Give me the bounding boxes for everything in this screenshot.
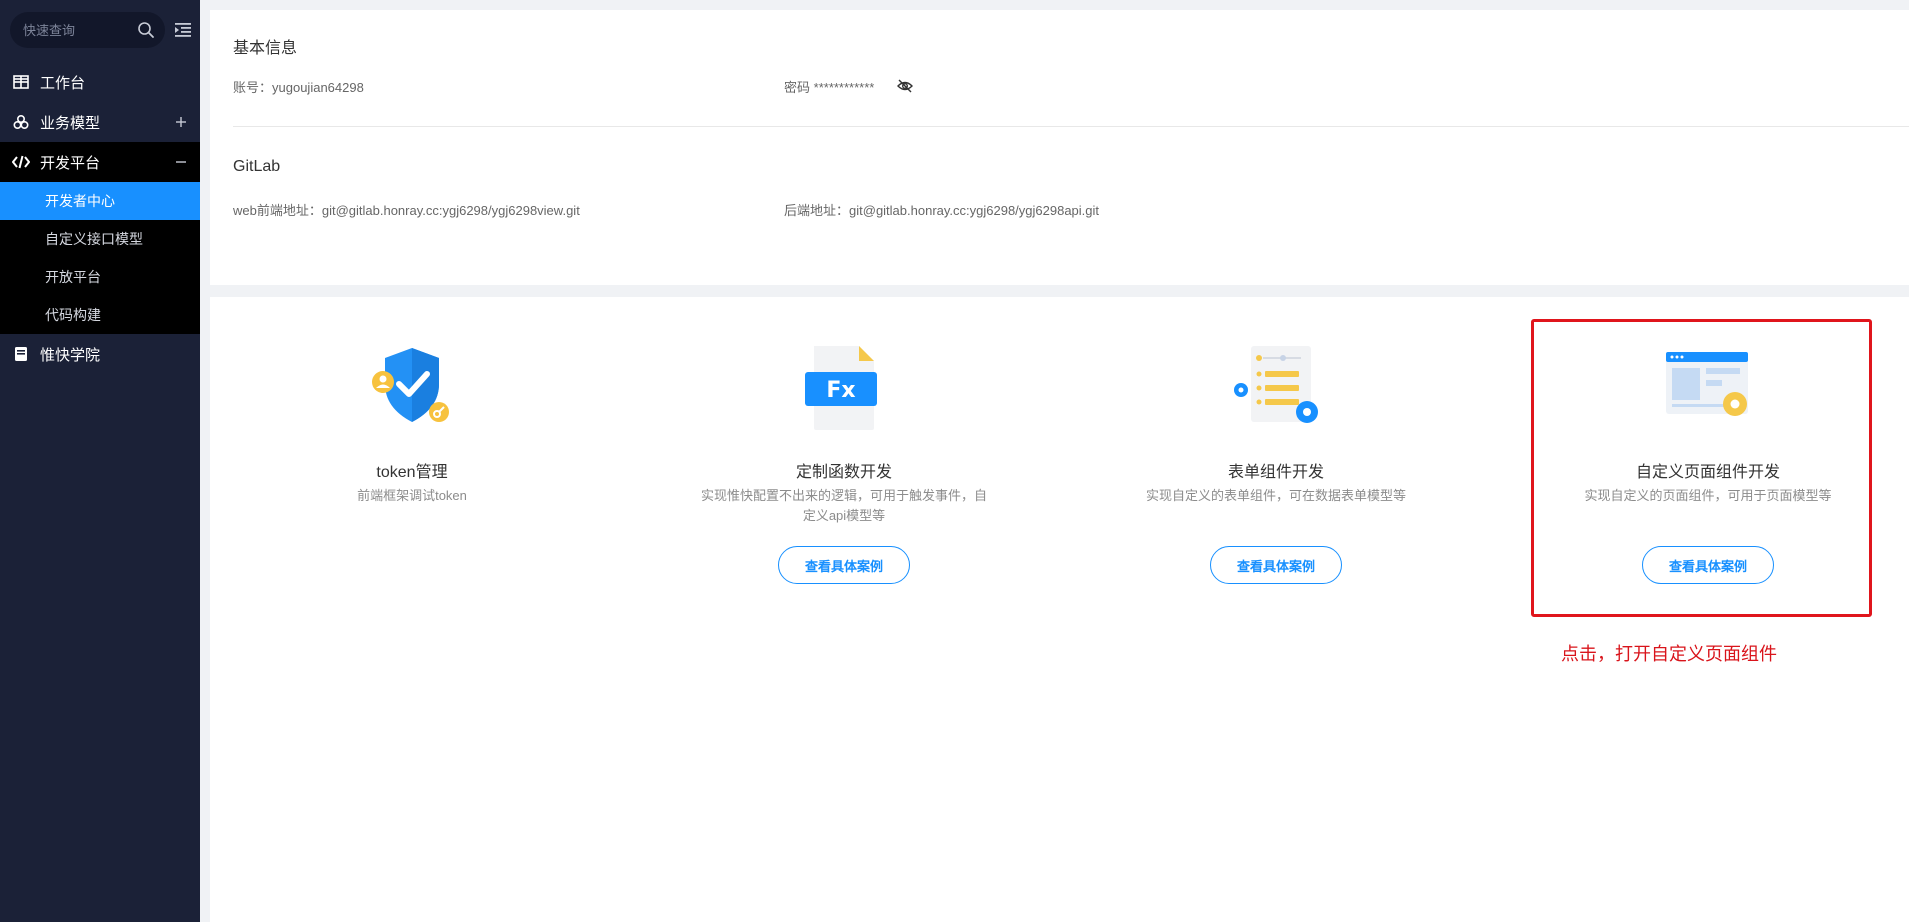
card-description: 实现惟快配置不出来的逻辑，可用于触发事件，自定义api模型等: [700, 488, 987, 523]
info-panel: 基本信息 账号：yugoujian64298 密码 ************ G…: [210, 10, 1909, 285]
gitlab-title: GitLab: [233, 158, 281, 175]
password-field: 密码 ************: [784, 77, 874, 96]
api-address-value: git@gitlab.honray.cc:ygj6298/ygj6298api.…: [849, 203, 1100, 218]
card-token: token管理 前端框架调试token: [242, 344, 582, 594]
card-form-component: 表单组件开发 实现自定义的表单组件，可在数据表单模型等 查看具体案例: [1106, 344, 1446, 594]
eye-hidden-icon[interactable]: [896, 77, 914, 95]
divider: [233, 126, 1909, 127]
minus-icon[interactable]: [172, 153, 190, 171]
search-box: [10, 12, 165, 48]
sidebar-item-academy[interactable]: 惟快学院: [0, 334, 200, 374]
card-description: 实现自定义的表单组件，可在数据表单模型等: [1145, 488, 1406, 503]
card-title: 定制函数开发: [795, 464, 892, 481]
web-address-value: git@gitlab.honray.cc:ygj6298/ygj6298view…: [321, 203, 580, 218]
search-icon[interactable]: [137, 21, 155, 39]
cubes-icon: [12, 113, 30, 131]
view-example-button[interactable]: 查看具体案例: [1210, 546, 1342, 584]
card-description: 前端框架调试token: [357, 488, 467, 503]
sidebar-item-workbench[interactable]: 工作台: [0, 62, 200, 102]
account-field: 账号：yugoujian64298: [233, 77, 364, 96]
card-custom-function: Fx 定制函数开发 实现惟快配置不出来的逻辑，可用于触发事件，自定义api模型等…: [674, 344, 1014, 594]
sidebar-item-custom-api-model[interactable]: 自定义接口模型: [0, 220, 200, 258]
sidebar-item-label: 惟快学院: [40, 346, 101, 364]
api-address-label: 后端地址：: [784, 203, 850, 218]
sidebar-item-developer-center[interactable]: 开发者中心: [0, 182, 200, 220]
menu-collapse-icon[interactable]: [174, 21, 192, 39]
card-title: 表单组件开发: [1227, 464, 1324, 481]
sidebar-submenu: 开发者中心 自定义接口模型 开放平台 代码构建: [0, 182, 200, 334]
account-label: 账号：: [233, 80, 273, 95]
grid-icon: [12, 73, 30, 91]
sidebar-item-label: 工作台: [40, 74, 86, 92]
view-example-button[interactable]: 查看具体案例: [778, 546, 910, 584]
sidebar-nav: 工作台 业务模型 开发平台 开发者中心 自定义接口模型 开放平台 代码构建 惟快…: [0, 62, 200, 374]
function-file-icon: Fx: [805, 346, 877, 430]
shield-check-icon: [372, 348, 449, 422]
svg-text:Fx: Fx: [826, 378, 855, 403]
highlight-box: [1531, 319, 1872, 617]
sidebar-item-code-build[interactable]: 代码构建: [0, 296, 200, 334]
code-icon: [12, 153, 30, 171]
sidebar-item-label: 开发平台: [40, 154, 101, 172]
account-value: yugoujian64298: [272, 80, 364, 95]
sidebar-item-business-model[interactable]: 业务模型: [0, 102, 200, 142]
book-icon: [12, 345, 30, 363]
annotation-text: 点击，打开自定义页面组件: [1561, 644, 1777, 664]
form-settings-icon: [1234, 346, 1318, 423]
web-address-field: web前端地址：git@gitlab.honray.cc:ygj6298/ygj…: [233, 200, 580, 219]
card-title: token管理: [376, 464, 448, 481]
password-label: 密码: [784, 80, 811, 95]
sidebar-item-dev-platform[interactable]: 开发平台: [0, 142, 200, 182]
sidebar-item-label: 业务模型: [40, 114, 101, 132]
basic-info-title: 基本信息: [233, 40, 298, 57]
sidebar: 工作台 业务模型 开发平台 开发者中心 自定义接口模型 开放平台 代码构建: [0, 0, 200, 922]
sidebar-item-open-platform[interactable]: 开放平台: [0, 258, 200, 296]
search-input[interactable]: [10, 12, 140, 48]
web-address-label: web前端地址：: [233, 203, 322, 218]
plus-icon[interactable]: [172, 113, 190, 131]
password-value: ************: [813, 80, 875, 95]
api-address-field: 后端地址：git@gitlab.honray.cc:ygj6298/ygj629…: [784, 200, 1099, 219]
